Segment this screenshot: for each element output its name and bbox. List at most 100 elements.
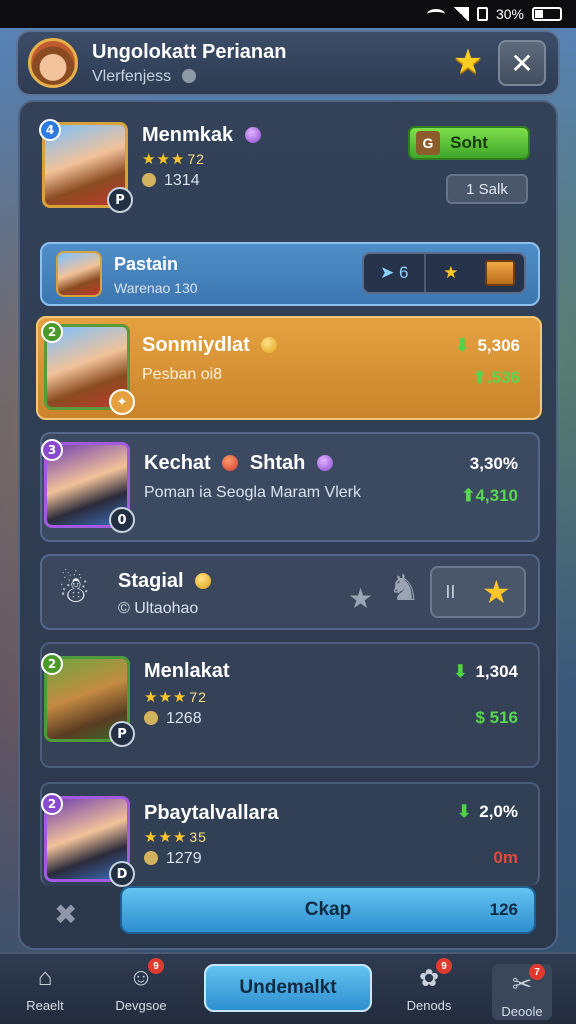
gem-icon <box>222 455 239 471</box>
star-icon: ★ <box>481 573 511 611</box>
rating-stars-icon: ★★★ 72 <box>142 151 205 168</box>
level-badge: 2 <box>41 321 63 343</box>
level-badge: 4 <box>39 119 61 141</box>
rating-value: 35 <box>189 829 207 845</box>
hero-subtitle: Ultaohao <box>134 600 199 617</box>
claim-value: 126 <box>489 900 518 919</box>
nav-label: Reaelt <box>26 998 64 1013</box>
class-badge: P <box>109 721 135 747</box>
hero-name: Menmkak <box>142 124 234 146</box>
class-badge: D <box>109 861 135 887</box>
arrow-down-icon: ⬇ <box>453 662 468 681</box>
bottom-nav: ⌂ Reaelt ☺ 9 Devgsoe Undemalkt ✿ 9 Denods … <box>0 952 576 1024</box>
hero-portrait <box>56 251 102 297</box>
rating-value: 72 <box>187 151 205 167</box>
ghost-icon: ☃ <box>58 570 91 611</box>
loss-value: 0m <box>493 848 518 867</box>
list-item[interactable]: ☃ Stagial © Ultaohao ★ ♞ II ★ <box>40 554 540 630</box>
list-item[interactable]: 2 ✦ Sonmiydlat Pesban oi8 ⬇ 5,306 ⬆.536 <box>36 316 542 420</box>
class-badge-icon: ✦ <box>109 389 135 415</box>
coin-icon <box>142 173 156 187</box>
copyright-icon: © <box>118 600 135 617</box>
hero-subtitle: Warenao 130 <box>114 280 198 296</box>
arrow-down-icon: ⬇ <box>457 802 472 821</box>
hero-portrait: 2 ✦ <box>41 321 135 415</box>
hero-name: Kechat <box>144 452 211 474</box>
arrow-down-icon: ⬇ <box>455 336 470 355</box>
hero-portrait: 2 P <box>41 653 135 747</box>
coin-icon <box>144 711 158 725</box>
claim-button[interactable]: Ckap 126 <box>120 886 536 934</box>
bird-icon: ✿ 9 <box>414 958 452 994</box>
rating-value: 72 <box>189 689 207 705</box>
list-item[interactable]: Pastain Warenao 130 ➤ 6 ★ <box>40 242 540 306</box>
tools-icon: ✂ 7 <box>507 964 545 1000</box>
claim-label: Ckap <box>304 899 352 920</box>
list-item[interactable]: 4 P Menmkak ★★★ 72 1314 G Soht 1 Salk <box>39 114 540 224</box>
list-item[interactable]: 2 P Menlakat ★★★ 72 1268 ⬇ 1,304 $ 516 <box>40 642 540 768</box>
primary-action-button[interactable]: G Soht <box>408 126 530 160</box>
rating-stars-icon: ★★★ 35 <box>144 829 207 846</box>
battery-icon <box>532 7 562 21</box>
notification-badge: 9 <box>148 958 164 974</box>
notification-badge: 7 <box>529 964 545 980</box>
gain-arrow-icon: ⬆ <box>461 486 476 505</box>
hero-portrait: 4 P <box>39 119 133 213</box>
level-badge: 2 <box>41 793 63 815</box>
class-badge: P <box>107 187 133 213</box>
coin-value: 1314 <box>164 172 200 189</box>
coin-value: 1268 <box>166 710 202 727</box>
gain-value: 516 <box>489 708 518 727</box>
gem-icon <box>195 573 212 589</box>
hero-name: Sonmiydlat <box>142 334 250 356</box>
notification-badge: 9 <box>436 958 452 974</box>
power-value: 5,306 <box>477 336 520 355</box>
nav-item-home[interactable]: ⌂ Reaelt <box>0 964 90 1013</box>
equip-value: II <box>445 581 456 602</box>
level-badge: 3 <box>41 439 63 461</box>
primary-action-label: Soht <box>450 133 488 152</box>
gem-icon <box>316 455 333 471</box>
power-value: 2,0% <box>479 802 518 821</box>
equip-button[interactable]: II ★ <box>430 566 526 618</box>
info-icon[interactable] <box>181 68 196 83</box>
reward-chip[interactable]: ➤ 6 ★ <box>362 252 526 294</box>
home-icon: ⌂ <box>37 964 53 991</box>
wifi-icon <box>426 9 445 19</box>
hero-portrait: 2 D <box>41 793 135 887</box>
hero-name-2: Shtah <box>249 452 306 474</box>
coin-value: 1279 <box>166 850 202 867</box>
hero-portrait: 3 0 <box>41 439 135 533</box>
battery-percent: 30% <box>495 6 524 22</box>
level-badge: 2 <box>41 653 63 675</box>
list-item[interactable]: 3 0 Kechat Shtah Poman ia Seogla Maram V… <box>40 432 540 542</box>
ghost-icon: ☺ 9 <box>126 958 164 994</box>
roster-panel: 4 P Menmkak ★★★ 72 1314 G Soht 1 Salk Pas… <box>18 100 558 950</box>
g-icon: G <box>416 131 440 155</box>
hero-name: Pastain <box>114 254 179 274</box>
hero-name: Stagial <box>118 570 184 592</box>
nav-item-heroes[interactable]: ☺ 9 Devgsoe <box>96 958 186 1013</box>
gain-value: 4,310 <box>475 486 518 505</box>
nav-item-settings[interactable]: ✂ 7 Deoole <box>492 964 552 1020</box>
gem-icon <box>261 337 278 353</box>
hero-name: Pbaytalvallara <box>144 802 279 824</box>
gain-arrow-icon: ⬆ <box>472 368 487 387</box>
wrench-icon[interactable]: ✖ <box>54 898 77 931</box>
page-subtitle: Vlerfenjess <box>92 67 172 85</box>
signal-icon <box>452 7 469 21</box>
nav-item-center[interactable]: Undemalkt <box>204 964 372 1012</box>
power-value: 1,304 <box>475 662 518 681</box>
list-item[interactable]: 2 D Pbaytalvallara ★★★ 35 1279 ⬇ 2,0% 0m <box>40 782 540 887</box>
star-outline-icon: ★ <box>348 582 374 615</box>
close-button[interactable]: ✕ <box>498 40 546 86</box>
nav-label: Devgsoe <box>115 998 167 1013</box>
gem-icon <box>244 127 261 143</box>
avatar[interactable] <box>28 38 78 88</box>
secondary-action-button[interactable]: 1 Salk <box>446 174 528 204</box>
favorite-star-icon[interactable]: ★ <box>448 42 488 82</box>
arrow-icon: ➤ <box>380 263 399 282</box>
star-icon: ★ <box>443 263 459 282</box>
hero-subtitle: Poman ia Seogla Maram Vlerk <box>144 484 361 501</box>
nav-item-rewards[interactable]: ✿ 9 Denods <box>384 958 474 1013</box>
